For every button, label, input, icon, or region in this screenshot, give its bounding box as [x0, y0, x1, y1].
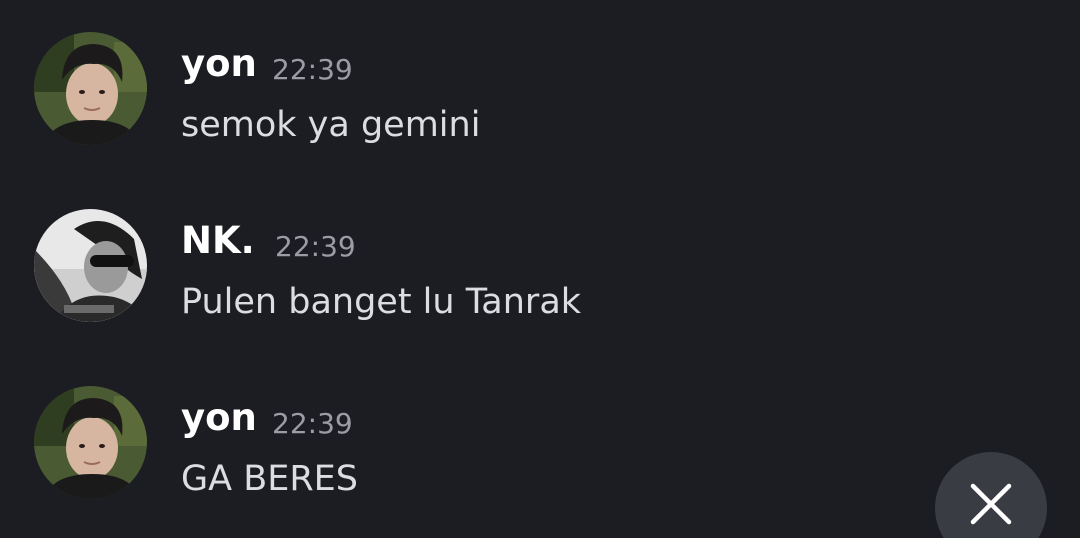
message-timestamp: 22:39 [272, 407, 353, 440]
chat-message[interactable]: yon 22:39 GA BERES [0, 386, 900, 516]
user-photo-icon [34, 386, 147, 499]
message-timestamp: 22:39 [275, 230, 356, 263]
chat-message[interactable]: NK. 22:39 Pulen banget lu Tanrak [0, 209, 900, 339]
avatar-yon[interactable] [34, 386, 147, 499]
avatar-nk[interactable] [34, 209, 147, 322]
message-text: GA BERES [181, 459, 358, 499]
chat-message-list: yon 22:39 semok ya gemini NK. 22:39 Pule… [0, 0, 1080, 538]
message-text: semok ya gemini [181, 105, 481, 145]
author-name[interactable]: yon [181, 396, 257, 439]
close-icon [970, 483, 1012, 525]
chat-message[interactable]: yon 22:39 semok ya gemini [0, 32, 900, 162]
message-timestamp: 22:39 [272, 53, 353, 86]
user-photo-icon [34, 32, 147, 145]
avatar-yon[interactable] [34, 32, 147, 145]
user-photo-icon [34, 209, 147, 322]
author-name[interactable]: NK. [181, 219, 255, 262]
author-name[interactable]: yon [181, 42, 257, 85]
message-text: Pulen banget lu Tanrak [181, 282, 582, 322]
